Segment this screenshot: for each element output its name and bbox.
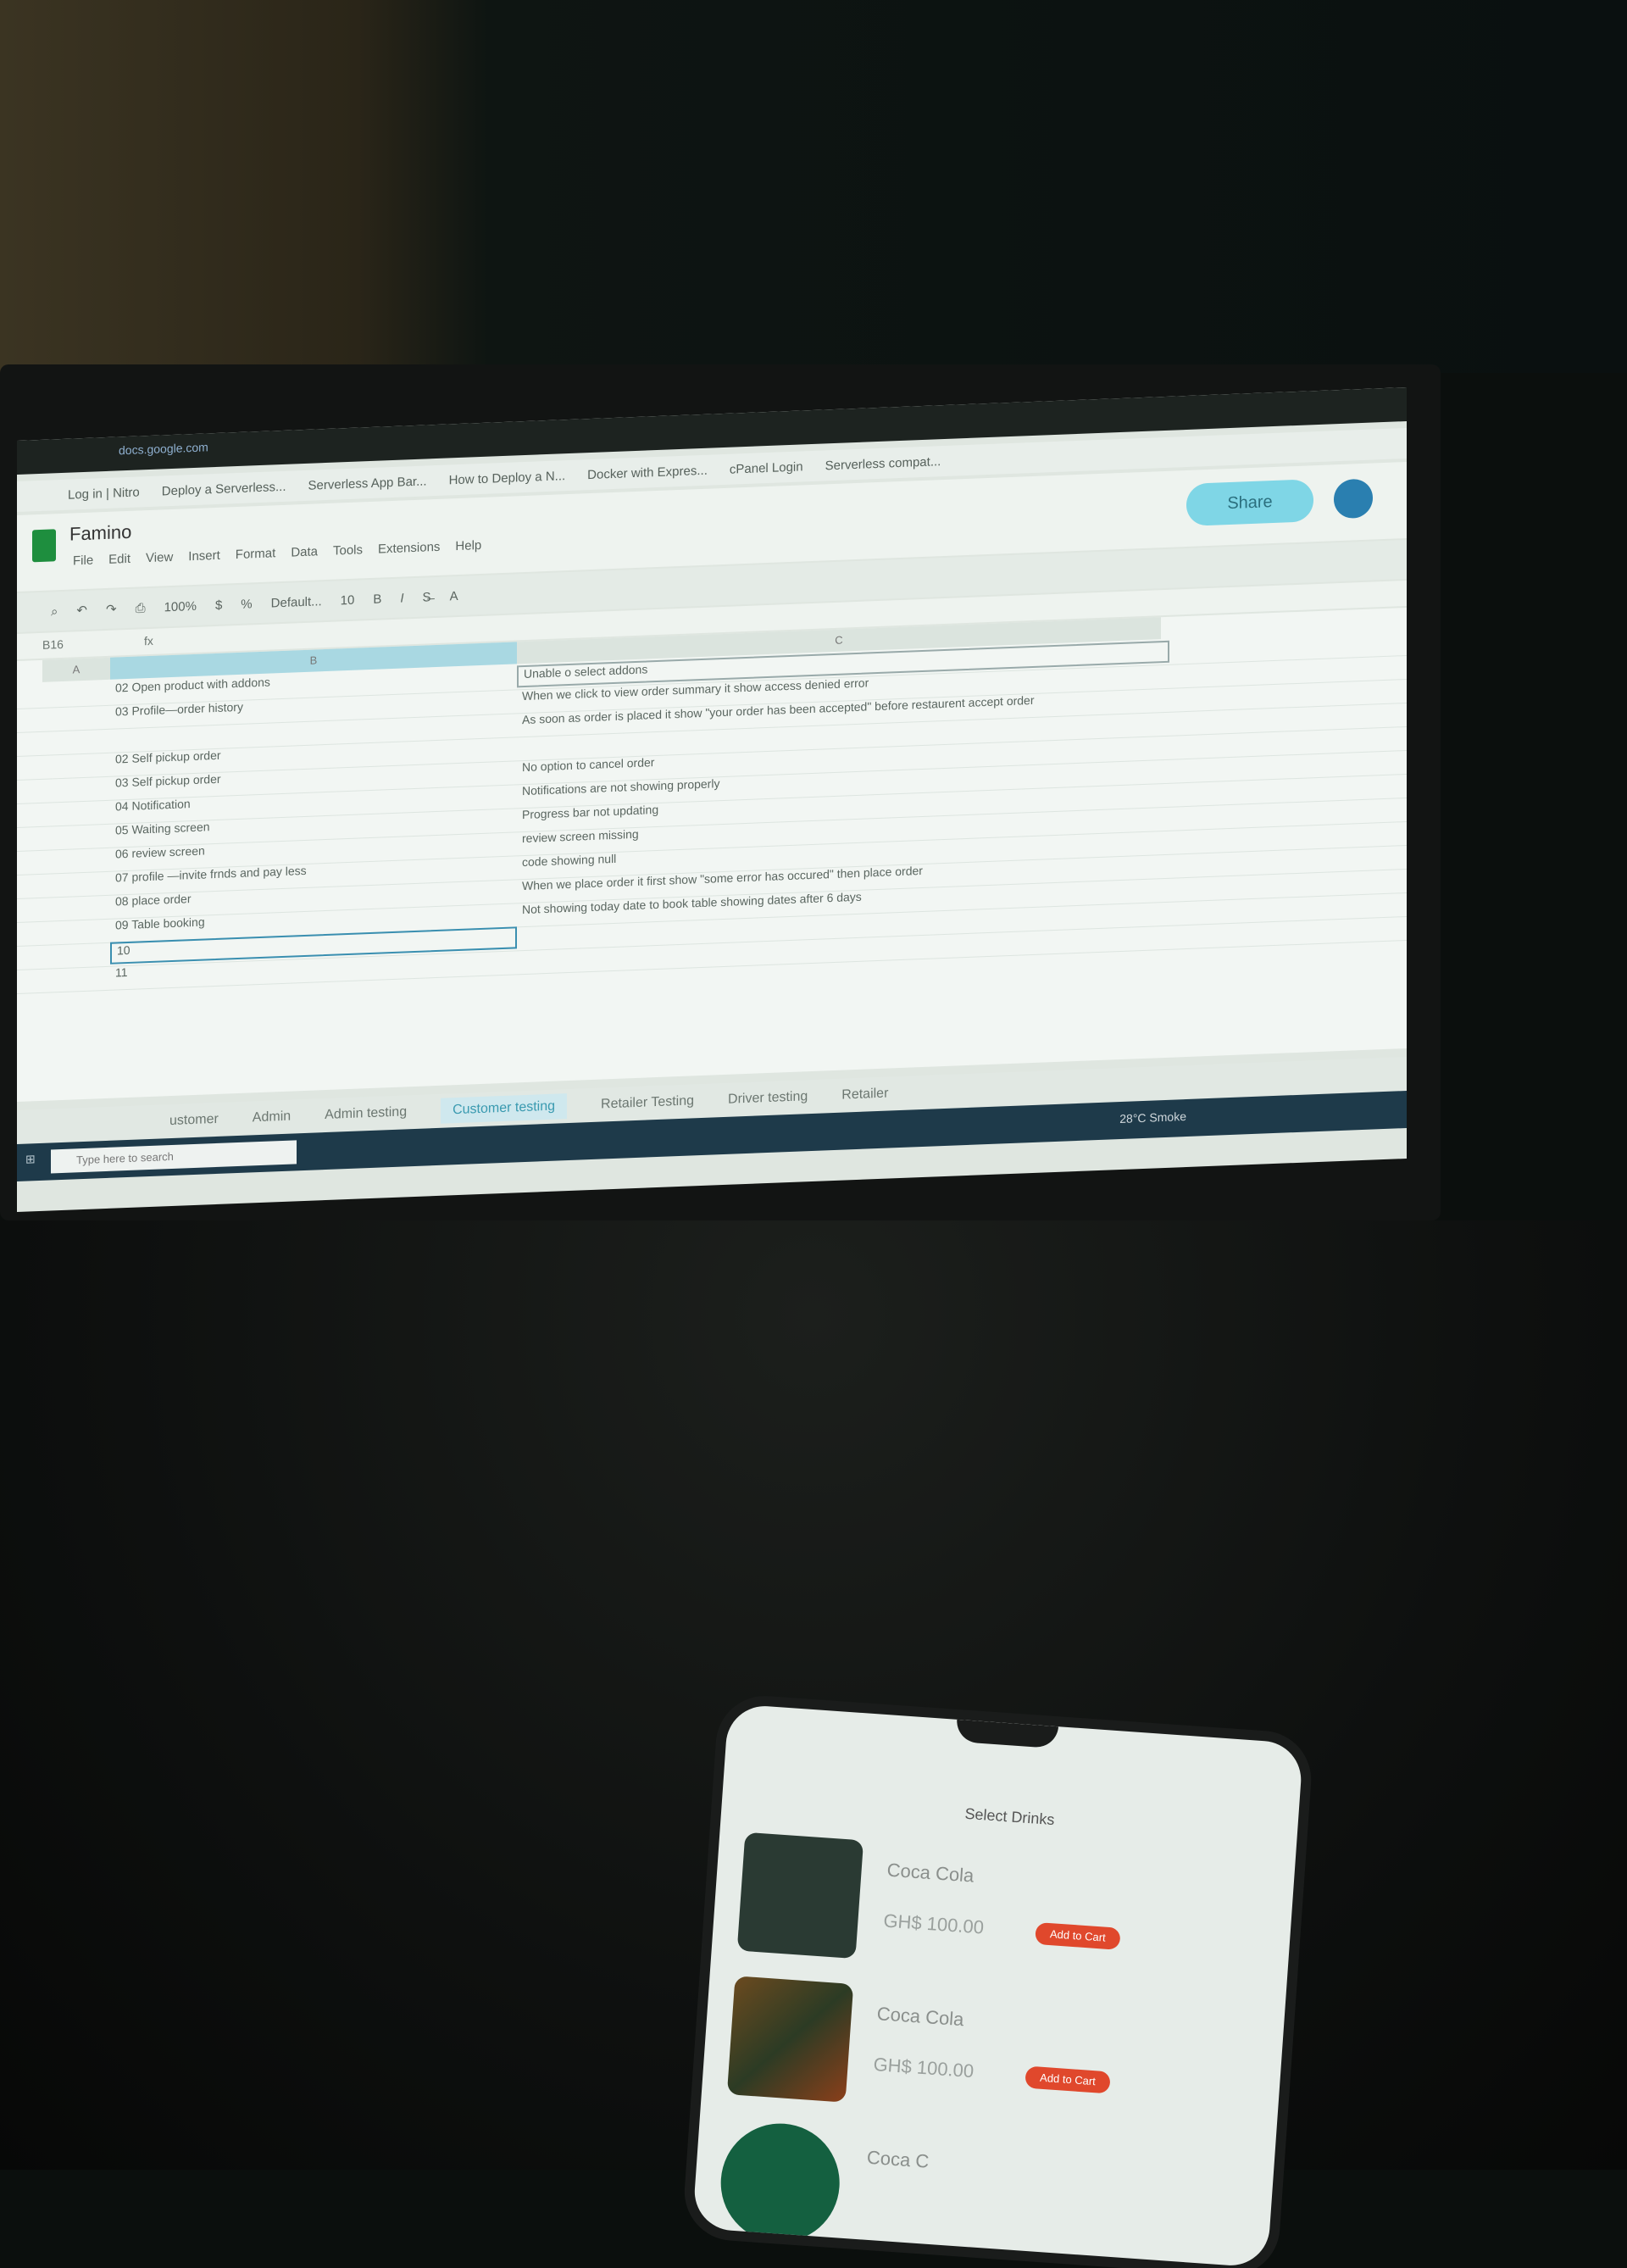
menu-file[interactable]: File — [73, 553, 93, 569]
bookmark-item[interactable]: Docker with Expres... — [587, 463, 708, 481]
menu-edit[interactable]: Edit — [108, 552, 130, 567]
product-item[interactable]: Coca C — [716, 2119, 1233, 2268]
wall-background — [0, 0, 1627, 373]
windows-start-icon[interactable]: ⊞ — [25, 1152, 36, 1166]
product-name: Coca C — [866, 2146, 930, 2172]
product-price: GH$ 100.00 — [882, 1909, 985, 1938]
column-header-a[interactable]: A — [42, 657, 110, 682]
add-to-cart-button[interactable]: Add to Cart — [1025, 2065, 1111, 2094]
zoom-select[interactable]: 100% — [164, 598, 197, 614]
doc-title[interactable]: Famino — [69, 521, 131, 546]
sheet-tab[interactable]: Admin — [253, 1109, 291, 1126]
menu-bar: File Edit View Insert Format Data Tools … — [73, 538, 481, 569]
sheet-grid[interactable]: A B C 02 Open product with addons Unable … — [17, 607, 1407, 1102]
bookmark-item[interactable]: How to Deploy a N... — [449, 469, 566, 487]
sheet-tab[interactable]: Admin testing — [325, 1104, 407, 1123]
fx-icon: fx — [144, 633, 153, 648]
undo-icon[interactable]: ↶ — [76, 603, 87, 618]
sheet-tab[interactable]: Driver testing — [728, 1089, 808, 1108]
strikethrough-icon[interactable]: S̶ — [423, 590, 431, 604]
redo-icon[interactable]: ↷ — [106, 601, 117, 616]
italic-icon[interactable]: I — [400, 591, 403, 605]
weather-widget[interactable]: 28°C Smoke — [1119, 1109, 1186, 1126]
sheet-tab[interactable]: Retailer Testing — [601, 1093, 694, 1112]
product-item[interactable]: Coca Cola GH$ 100.00 Add to Cart — [725, 1976, 1242, 2146]
bookmark-item[interactable]: Serverless compat... — [825, 454, 941, 473]
product-item[interactable]: Coca Cola GH$ 100.00 Add to Cart — [736, 1832, 1252, 2003]
text-color-icon[interactable]: A — [450, 589, 458, 603]
menu-help[interactable]: Help — [455, 538, 481, 553]
sheet-tab[interactable]: Retailer — [841, 1086, 888, 1103]
avatar[interactable] — [1334, 478, 1373, 520]
menu-insert[interactable]: Insert — [188, 548, 220, 564]
product-image — [716, 2119, 844, 2247]
menu-data[interactable]: Data — [291, 544, 318, 559]
product-name: Coca Cola — [876, 2003, 965, 2031]
bookmark-item[interactable]: Serverless App Bar... — [308, 474, 427, 492]
phone-screen: Select Drinks Coca Cola GH$ 100.00 Add t… — [691, 1704, 1304, 2268]
font-size-input[interactable]: 10 — [341, 592, 355, 608]
bookmark-item[interactable]: Log in | Nitro — [68, 485, 140, 502]
menu-extensions[interactable]: Extensions — [378, 540, 440, 557]
product-image — [726, 1976, 854, 2103]
product-name: Coca Cola — [886, 1859, 975, 1887]
search-icon[interactable]: ⌕ — [51, 604, 58, 619]
product-price: GH$ 100.00 — [872, 2053, 975, 2082]
percent-button[interactable]: % — [241, 597, 252, 612]
sheets-logo-icon[interactable] — [32, 529, 56, 563]
bold-icon[interactable]: B — [373, 592, 381, 606]
name-box[interactable]: B16 — [42, 637, 64, 652]
bookmark-item[interactable]: cPanel Login — [730, 459, 803, 476]
add-to-cart-button[interactable]: Add to Cart — [1035, 1921, 1121, 1950]
monitor-screen: docs.google.com Log in | Nitro Deploy a … — [17, 386, 1407, 1212]
font-select[interactable]: Default... — [271, 594, 322, 610]
currency-button[interactable]: $ — [215, 598, 222, 612]
url-text[interactable]: docs.google.com — [119, 440, 208, 457]
menu-view[interactable]: View — [146, 550, 173, 565]
product-image — [736, 1832, 864, 1959]
bookmark-item[interactable]: Deploy a Serverless... — [162, 479, 286, 498]
share-button[interactable]: Share — [1186, 479, 1313, 526]
sheet-tab[interactable]: ustomer — [169, 1112, 219, 1129]
print-icon[interactable]: ⎙ — [136, 601, 146, 615]
taskbar-search-input[interactable]: Type here to search — [51, 1140, 297, 1174]
menu-tools[interactable]: Tools — [333, 542, 363, 558]
menu-format[interactable]: Format — [236, 546, 276, 562]
sheet-tab[interactable]: Customer testing — [441, 1093, 568, 1124]
